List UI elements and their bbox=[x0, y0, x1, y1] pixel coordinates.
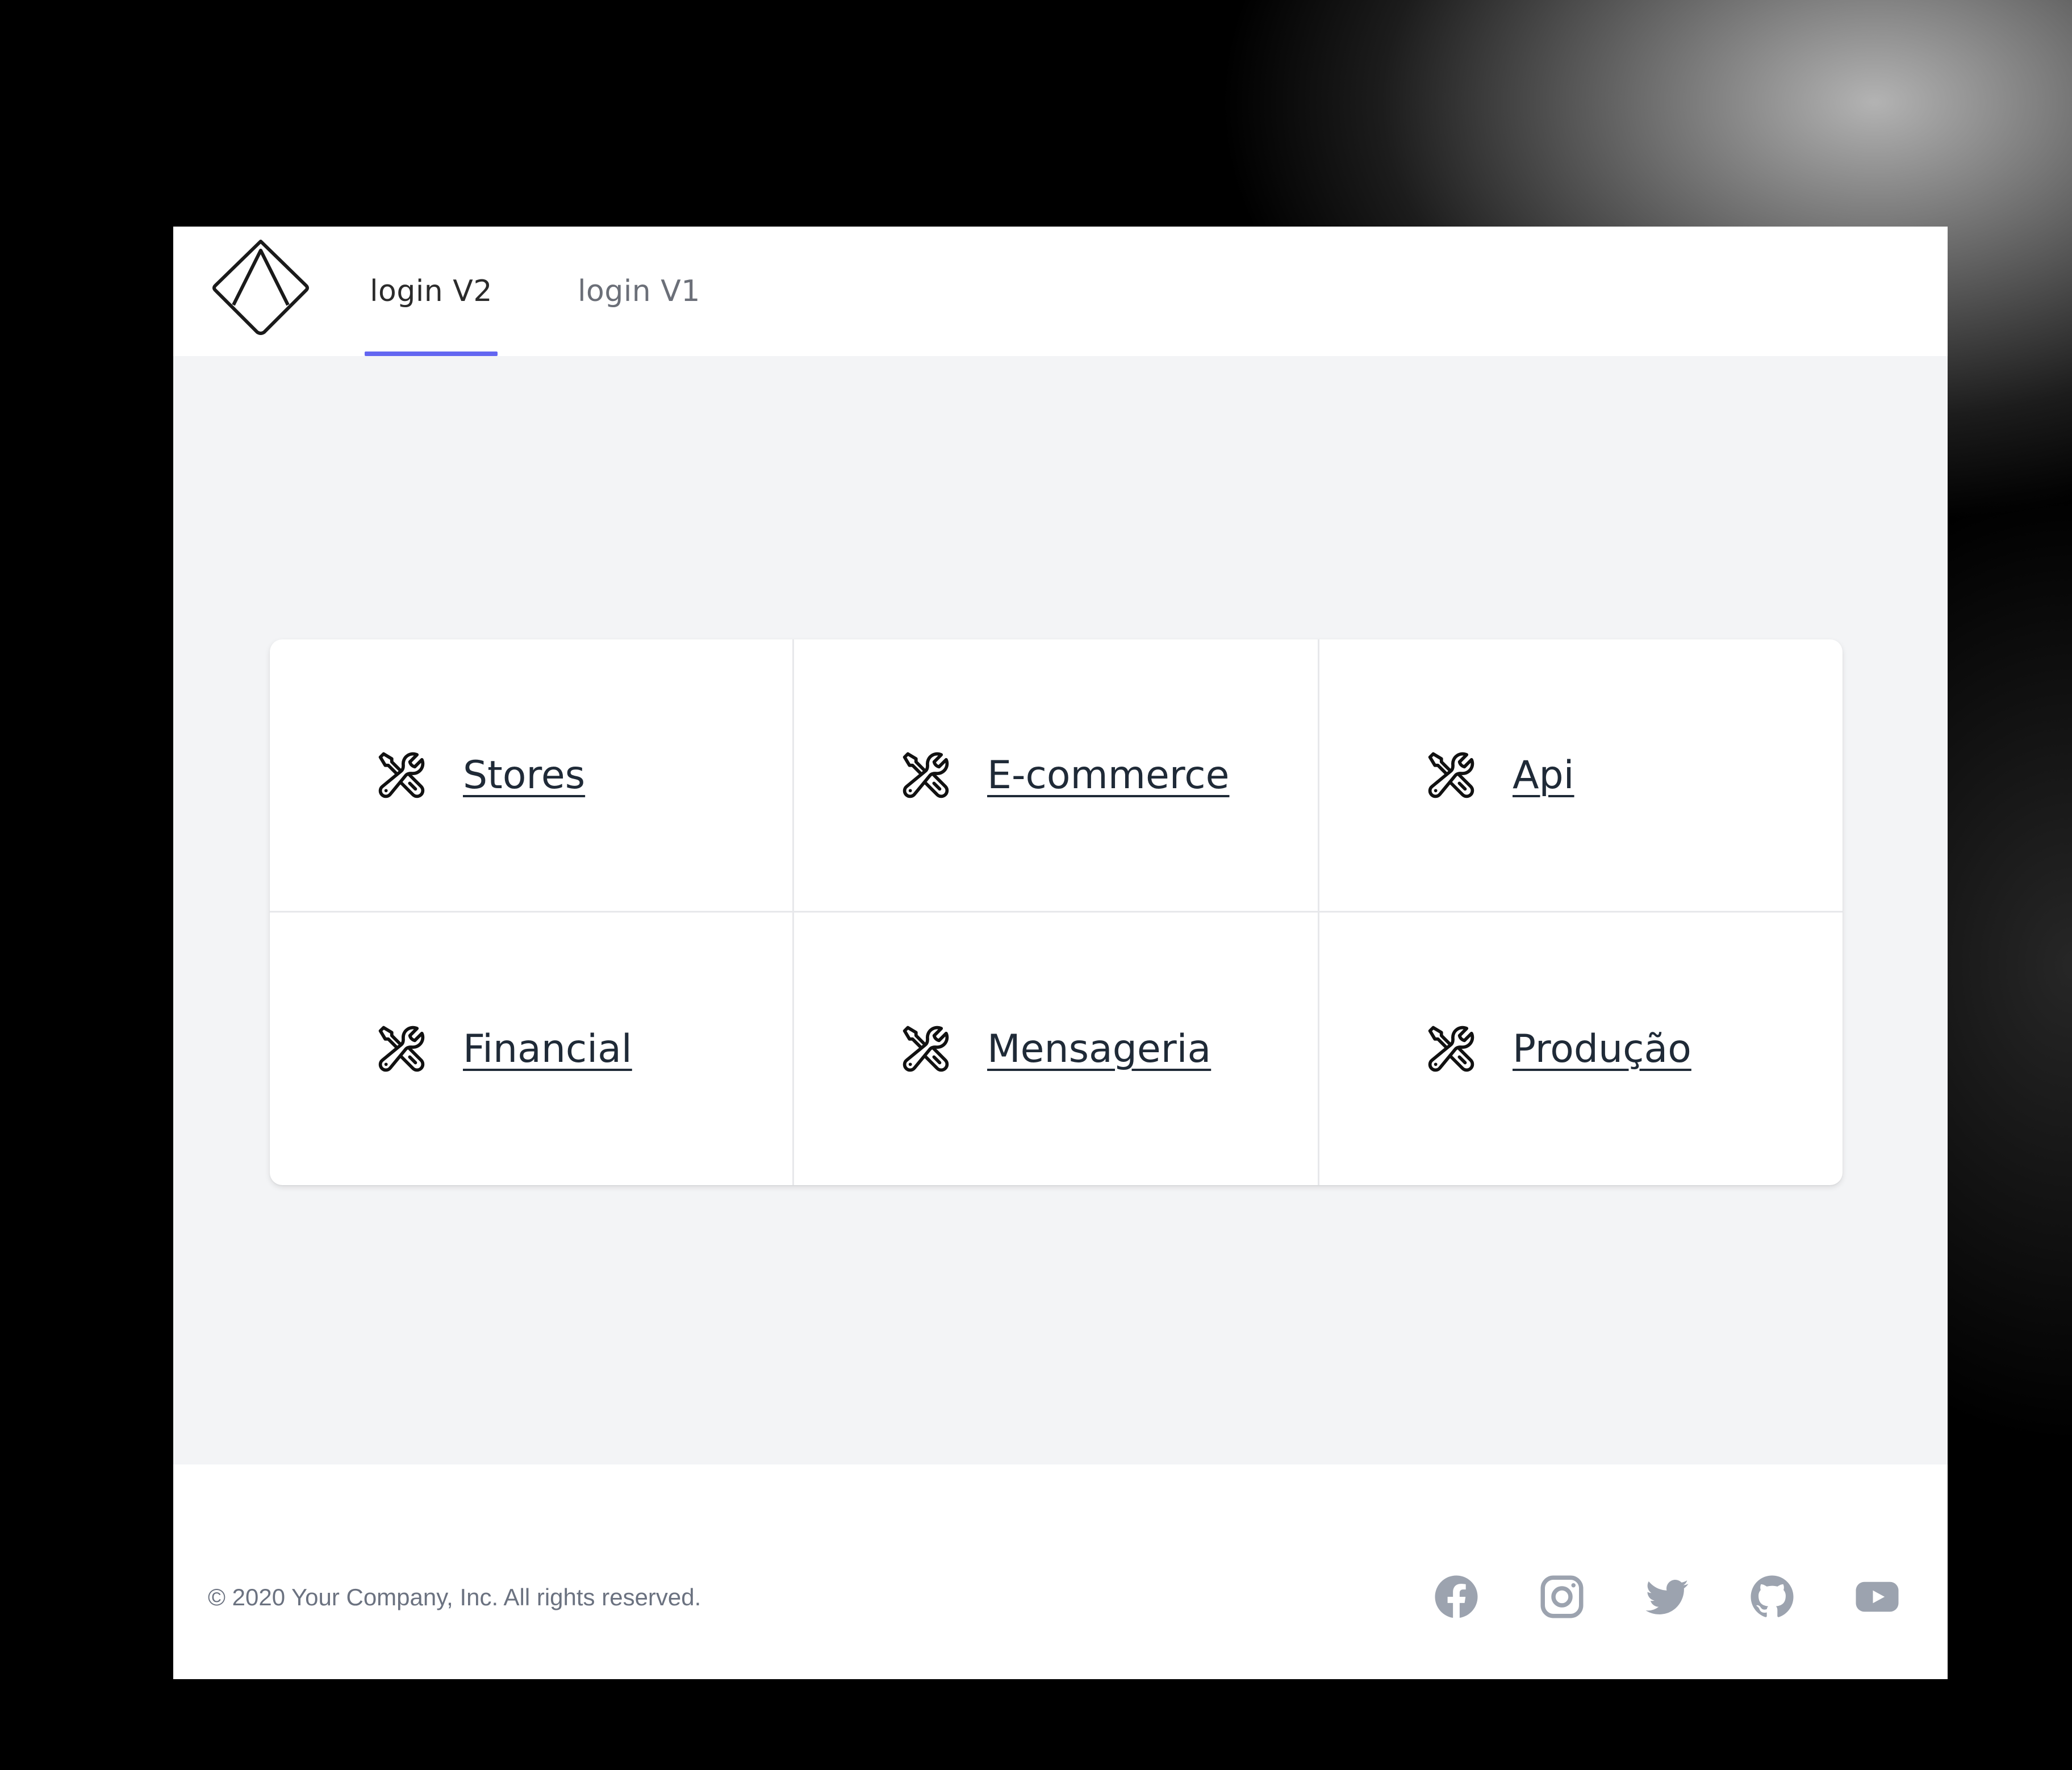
tools-icon bbox=[1428, 1026, 1474, 1072]
app-card-financial[interactable]: Financial bbox=[270, 913, 794, 1185]
app-label[interactable]: Financial bbox=[463, 1027, 632, 1072]
app-label[interactable]: E-commerce bbox=[987, 753, 1230, 798]
twitter-icon[interactable] bbox=[1641, 1571, 1693, 1622]
app-label[interactable]: Stores bbox=[463, 753, 585, 798]
top-navigation: login V2 login V1 bbox=[173, 227, 1948, 356]
app-label[interactable]: Produção bbox=[1513, 1027, 1691, 1072]
app-card-ecommerce[interactable]: E-commerce bbox=[794, 639, 1319, 913]
app-label[interactable]: Mensageria bbox=[987, 1027, 1211, 1072]
github-icon[interactable] bbox=[1747, 1571, 1798, 1622]
app-card-mensageria[interactable]: Mensageria bbox=[794, 913, 1319, 1185]
app-card-api[interactable]: Api bbox=[1319, 639, 1843, 913]
tools-icon bbox=[378, 1026, 425, 1072]
app-card-stores[interactable]: Stores bbox=[270, 639, 794, 913]
logo-icon[interactable] bbox=[212, 238, 310, 336]
copyright-text: © 2020 Your Company, Inc. All rights res… bbox=[208, 1584, 701, 1610]
tools-icon bbox=[1428, 752, 1474, 798]
tools-icon bbox=[903, 1026, 949, 1072]
instagram-icon[interactable] bbox=[1536, 1571, 1588, 1622]
app-grid: Stores E-commerce Api Financial Mensager… bbox=[270, 639, 1843, 1185]
tools-icon bbox=[903, 752, 949, 798]
app-window: login V2 login V1 Stores E-commerce Api … bbox=[173, 227, 1948, 1679]
app-card-producao[interactable]: Produção bbox=[1319, 913, 1843, 1185]
tab-login-v1[interactable]: login V1 bbox=[565, 227, 713, 356]
footer: © 2020 Your Company, Inc. All rights res… bbox=[173, 1464, 1948, 1679]
tab-login-v2[interactable]: login V2 bbox=[365, 227, 498, 356]
youtube-icon[interactable] bbox=[1852, 1571, 1903, 1622]
tools-icon bbox=[378, 752, 425, 798]
facebook-icon[interactable] bbox=[1431, 1571, 1482, 1622]
app-label[interactable]: Api bbox=[1513, 753, 1574, 798]
